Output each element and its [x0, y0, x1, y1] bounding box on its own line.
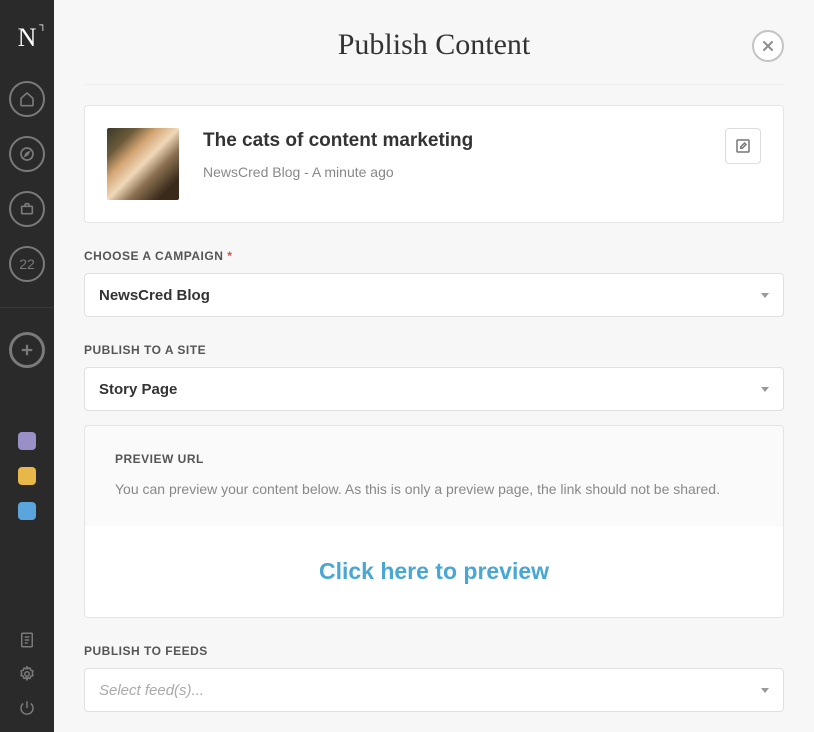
sidebar-nav: 22	[0, 81, 54, 520]
page-title: Publish Content	[338, 28, 531, 62]
preview-description: You can preview your content below. As t…	[115, 478, 753, 500]
required-mark: *	[227, 249, 232, 263]
site-select[interactable]: Story Page	[84, 367, 784, 411]
campaign-section: CHOOSE A CAMPAIGN * NewsCred Blog	[84, 249, 784, 317]
sidebar-bottom	[17, 630, 37, 718]
preview-url-label: PREVIEW URL	[115, 452, 753, 466]
campaign-label: CHOOSE A CAMPAIGN *	[84, 249, 784, 263]
content-meta: NewsCred Blog - A minute ago	[203, 164, 701, 180]
content-info: The cats of content marketing NewsCred B…	[203, 128, 701, 180]
close-button[interactable]	[752, 30, 784, 62]
chevron-down-icon	[761, 293, 769, 298]
feeds-placeholder: Select feed(s)...	[99, 682, 204, 699]
campaign-value: NewsCred Blog	[99, 287, 210, 304]
site-value: Story Page	[99, 381, 177, 398]
swatch-yellow[interactable]	[18, 467, 36, 485]
logo-letter: N	[18, 23, 37, 52]
compass-icon[interactable]	[9, 136, 45, 172]
preview-box: PREVIEW URL You can preview your content…	[84, 425, 784, 618]
content-title: The cats of content marketing	[203, 130, 701, 152]
home-icon[interactable]	[9, 81, 45, 117]
notification-count[interactable]: 22	[9, 246, 45, 282]
main-content: Publish Content The cats of content mark…	[54, 0, 814, 732]
content-card: The cats of content marketing NewsCred B…	[84, 105, 784, 223]
feeds-label: PUBLISH TO FEEDS	[84, 644, 784, 658]
briefcase-icon[interactable]	[9, 191, 45, 227]
campaign-label-text: CHOOSE A CAMPAIGN	[84, 249, 223, 263]
chevron-down-icon	[761, 387, 769, 392]
color-swatches	[18, 432, 36, 520]
preview-link-area: Click here to preview	[85, 526, 783, 617]
edit-button[interactable]	[725, 128, 761, 164]
preview-link[interactable]: Click here to preview	[319, 558, 549, 584]
feeds-section: PUBLISH TO FEEDS Select feed(s)...	[84, 644, 784, 712]
sidebar-separator	[0, 307, 54, 308]
sidebar: N ┐ 22	[0, 0, 54, 732]
logo-corner-icon: ┐	[39, 20, 46, 31]
logo[interactable]: N ┐	[18, 23, 37, 53]
add-button[interactable]	[9, 332, 45, 368]
notification-count-value: 22	[19, 256, 35, 272]
campaign-select[interactable]: NewsCred Blog	[84, 273, 784, 317]
gear-icon[interactable]	[17, 664, 37, 684]
chevron-down-icon	[761, 688, 769, 693]
content-thumbnail	[107, 128, 179, 200]
site-label: PUBLISH TO A SITE	[84, 343, 784, 357]
site-section: PUBLISH TO A SITE Story Page PREVIEW URL…	[84, 343, 784, 618]
preview-info: PREVIEW URL You can preview your content…	[85, 426, 783, 526]
page-header: Publish Content	[84, 0, 784, 85]
feeds-select[interactable]: Select feed(s)...	[84, 668, 784, 712]
power-icon[interactable]	[17, 698, 37, 718]
swatch-purple[interactable]	[18, 432, 36, 450]
swatch-blue[interactable]	[18, 502, 36, 520]
document-icon[interactable]	[17, 630, 37, 650]
